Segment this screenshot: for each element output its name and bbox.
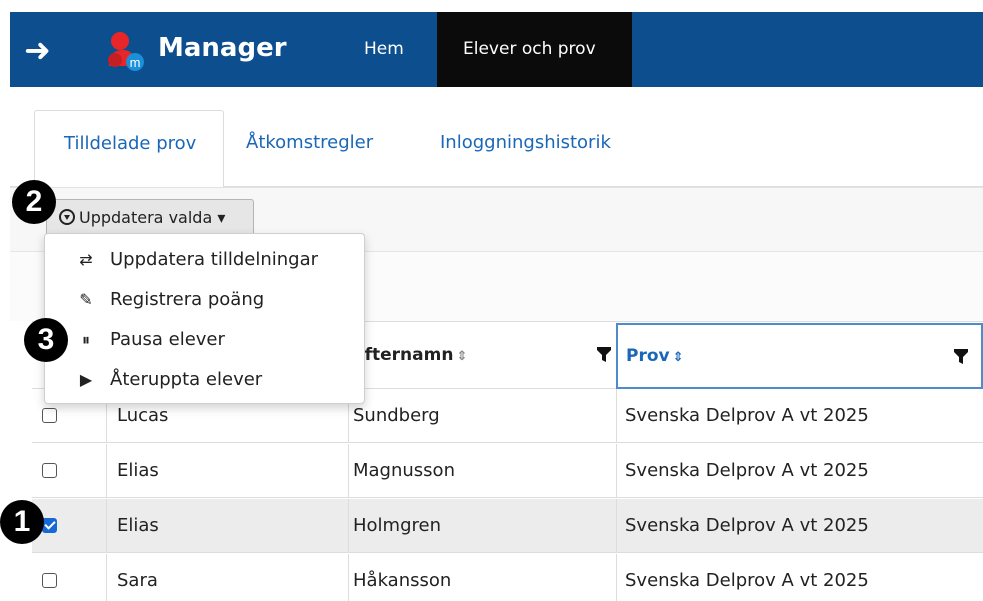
test-cell: Svenska Delprov A vt 2025 — [616, 554, 983, 601]
menu-item-register-points[interactable]: ✎ Registrera poäng — [45, 280, 365, 320]
tab-assigned-tests[interactable]: Tilldelade prov — [34, 110, 224, 188]
step-badge-2: 2 — [12, 180, 56, 224]
nav-students-and-tests[interactable]: Elever och prov — [437, 12, 632, 87]
logo-icon: m — [105, 30, 155, 72]
edit-icon: ✎ — [79, 290, 93, 309]
brand-name[interactable]: Manager — [158, 28, 287, 68]
menu-item-update-assignments[interactable]: ⇄ Uppdatera tilldelningar — [45, 240, 365, 280]
table-row[interactable]: Elias Holmgren Svenska Delprov A vt 2025 — [32, 499, 983, 553]
row-checkbox[interactable] — [42, 573, 57, 588]
menu-toggle-arrow-icon[interactable]: ➜ — [24, 34, 64, 66]
filter-icon[interactable] — [954, 349, 968, 365]
dropdown-label: Uppdatera valda ▾ — [79, 208, 226, 227]
nav-home[interactable]: Hem — [348, 12, 420, 87]
row-checkbox[interactable] — [42, 408, 57, 423]
firstname-cell: Sara — [106, 554, 348, 601]
sort-icon[interactable]: ⇕ — [456, 349, 467, 364]
update-selected-dropdown-button[interactable]: Uppdatera valda ▾ — [46, 199, 254, 237]
lastname-cell: Holmgren — [348, 499, 616, 553]
header-test-label: Prov — [626, 346, 670, 366]
circle-arrow-down-icon — [59, 209, 75, 225]
sort-icon[interactable]: ⇕ — [673, 350, 684, 365]
table-row[interactable]: Sara Håkansson Svenska Delprov A vt 2025 — [32, 554, 983, 601]
menu-item-label: Återuppta elever — [110, 369, 263, 390]
test-cell: Svenska Delprov A vt 2025 — [616, 444, 983, 498]
lastname-cell: Håkansson — [348, 554, 616, 601]
tab-bar: Tilldelade prov Åtkomstregler Inloggning… — [10, 110, 983, 188]
menu-item-label: Uppdatera tilldelningar — [110, 249, 319, 270]
exchange-icon: ⇄ — [79, 250, 93, 269]
menu-item-label: Registrera poäng — [110, 289, 265, 310]
filter-icon[interactable] — [597, 347, 611, 363]
svg-text:m: m — [130, 55, 141, 70]
firstname-cell: Elias — [106, 499, 348, 553]
tab-login-history[interactable]: Inloggningshistorik — [440, 110, 611, 187]
header-test[interactable]: Prov ⇕ — [616, 323, 983, 389]
row-checkbox[interactable] — [42, 518, 57, 533]
header-lastname[interactable]: Efternamn ⇕ — [348, 322, 616, 390]
update-selected-menu: ⇄ Uppdatera tilldelningar ✎ Registrera p… — [44, 233, 365, 404]
table-row[interactable]: Elias Magnusson Svenska Delprov A vt 202… — [32, 444, 983, 498]
step-badge-1: 1 — [0, 500, 44, 544]
menu-item-pause-students[interactable]: ⏸ Pausa elever — [45, 320, 365, 360]
pause-icon: ⏸ — [81, 330, 90, 349]
lastname-cell: Magnusson — [348, 444, 616, 498]
step-badge-3: 3 — [24, 318, 68, 362]
menu-item-label: Pausa elever — [110, 329, 225, 350]
row-select-cell — [32, 444, 106, 498]
test-cell: Svenska Delprov A vt 2025 — [616, 499, 983, 553]
menu-item-resume-students[interactable]: ▶ Återuppta elever — [45, 360, 365, 400]
row-checkbox[interactable] — [42, 463, 57, 478]
firstname-cell: Elias — [106, 444, 348, 498]
test-cell: Svenska Delprov A vt 2025 — [616, 389, 983, 443]
top-navbar: ➜ m Manager Hem Elever och prov — [10, 12, 983, 87]
header-lastname-label: Efternamn — [353, 345, 454, 365]
row-select-cell — [32, 554, 106, 601]
lastname-cell: Sundberg — [348, 389, 616, 443]
tab-access-rules[interactable]: Åtkomstregler — [246, 110, 373, 187]
play-icon: ▶ — [79, 370, 93, 389]
